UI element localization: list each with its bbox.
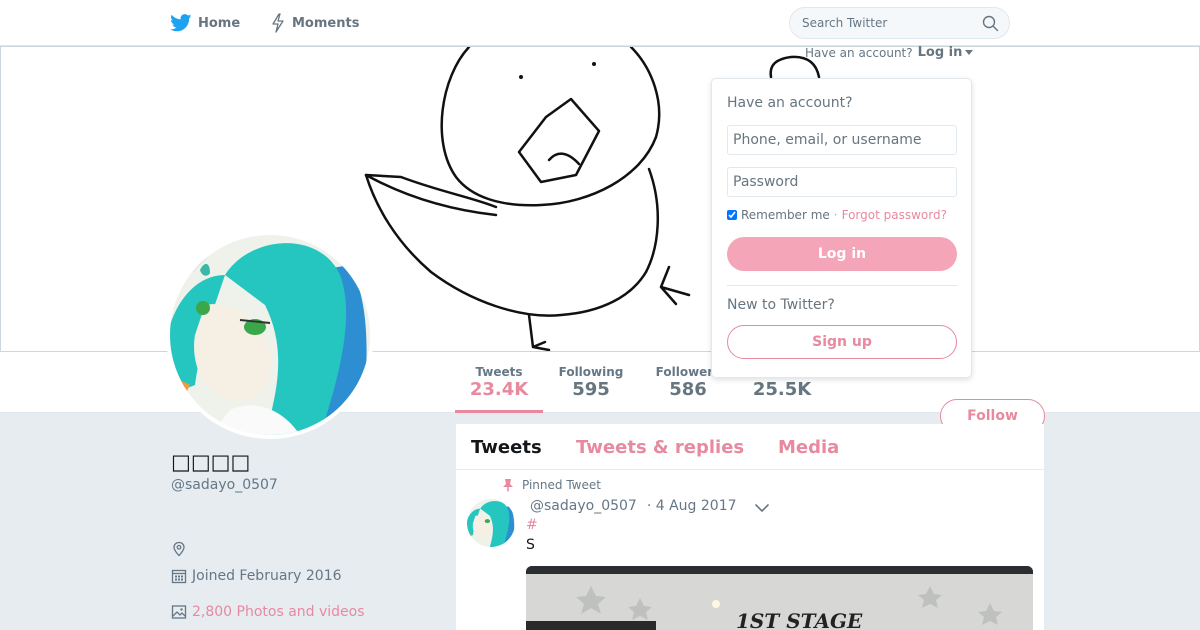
stat-tweets[interactable]: Tweets 23.4K	[455, 352, 543, 413]
chevron-down-icon[interactable]	[754, 502, 770, 514]
search-icon[interactable]	[982, 15, 999, 32]
tweet-hashtag[interactable]: #	[526, 517, 538, 533]
profile-location	[171, 541, 192, 557]
tab-tweets[interactable]: Tweets	[471, 437, 542, 458]
stat-tweets-label: Tweets	[475, 365, 523, 379]
password-field[interactable]	[727, 167, 957, 197]
signup-button[interactable]: Sign up	[727, 325, 957, 359]
profile-avatar[interactable]	[166, 231, 374, 439]
twitter-bird-icon	[170, 14, 192, 32]
login-dropdown-panel: Have an account? Remember me · Forgot pa…	[711, 78, 972, 378]
profile-display-name: □□□□	[171, 450, 251, 474]
stat-following-label: Following	[558, 365, 624, 379]
profile-photos-text: 2,800 Photos and videos	[192, 604, 365, 620]
stat-following-value: 595	[572, 379, 610, 400]
new-to-twitter-label: New to Twitter?	[727, 297, 835, 313]
login-button[interactable]: Log in	[727, 237, 957, 271]
pinned-tweet-label: Pinned Tweet	[502, 478, 601, 492]
remember-me-label[interactable]: Remember me	[741, 208, 830, 222]
nav-moments[interactable]: Moments	[270, 0, 359, 46]
nav-home-label: Home	[198, 15, 241, 31]
timeline: Tweets Tweets & replies Media Pinned Twe…	[456, 424, 1044, 630]
nav-moments-label: Moments	[292, 15, 360, 31]
profile-screen-name[interactable]: @sadayo_0507	[171, 477, 278, 493]
login-trigger: Have an account? Log in	[805, 45, 974, 60]
login-prompt: Have an account?	[805, 45, 913, 60]
search-box	[789, 7, 1010, 39]
username-field[interactable]	[727, 125, 957, 155]
pinned-tweet-text: Pinned Tweet	[522, 478, 601, 492]
tweet-header: @sadayo_0507 · 4 Aug 2017	[530, 498, 737, 514]
tweet-text: S	[526, 537, 535, 553]
tweet-avatar[interactable]	[467, 499, 515, 547]
stat-tweets-value: 23.4K	[469, 379, 529, 400]
stat-likes-value: 25.5K	[752, 379, 812, 400]
lightning-icon	[272, 13, 284, 33]
profile-joined: Joined February 2016	[171, 568, 342, 584]
tab-tweets-replies[interactable]: Tweets & replies	[576, 437, 744, 458]
login-panel-title: Have an account?	[727, 95, 853, 111]
nav-home[interactable]: Home	[170, 0, 240, 46]
stat-following[interactable]: Following 595	[553, 352, 629, 413]
avatar-anime-illustration	[170, 235, 370, 435]
top-navigation-bar: Home Moments	[0, 0, 1200, 46]
tweet-date[interactable]: · 4 Aug 2017	[647, 498, 737, 514]
stat-followers-value: 586	[669, 379, 707, 400]
pin-icon	[503, 479, 513, 492]
tweet-media-photo[interactable]: 1ST STAGE	[526, 566, 1033, 630]
stage-sign-text: 1ST STAGE	[736, 609, 863, 630]
profile-joined-text: Joined February 2016	[192, 568, 342, 584]
tweet-author[interactable]: @sadayo_0507	[530, 498, 637, 514]
remember-me-checkbox[interactable]	[727, 210, 737, 220]
stage-photo: 1ST STAGE	[526, 566, 1033, 630]
profile-photos-link[interactable]: 2,800 Photos and videos	[171, 604, 365, 620]
search-input[interactable]	[802, 8, 977, 38]
calendar-icon	[171, 569, 187, 584]
login-link[interactable]: Log in	[918, 45, 963, 60]
timeline-tabs: Tweets Tweets & replies Media	[456, 424, 1044, 470]
tab-media[interactable]: Media	[778, 437, 839, 458]
forgot-password-link[interactable]: Forgot password?	[842, 208, 947, 222]
divider	[727, 285, 957, 286]
tweet-avatar-illustration	[467, 499, 515, 547]
remember-me-row: Remember me · Forgot password?	[727, 208, 947, 222]
location-pin-icon	[173, 541, 185, 557]
separator-dot: ·	[833, 208, 838, 222]
photo-icon	[171, 605, 187, 619]
caret-down-icon[interactable]	[965, 49, 974, 56]
